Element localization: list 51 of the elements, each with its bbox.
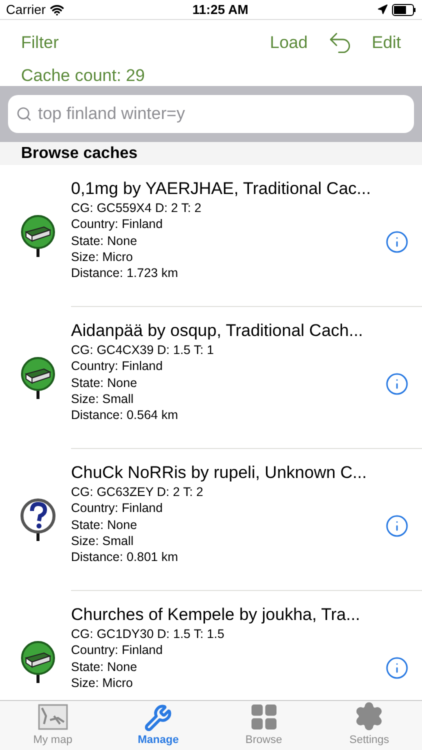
cache-detail: Distance: 1.723 km: [71, 265, 179, 282]
carrier-label: Carrier: [6, 0, 46, 19]
cache-detail: CG: GC4CX39 D: 1.5 T: 1: [71, 342, 215, 358]
cache-detail: Country: Finland: [71, 500, 164, 517]
cache-box-icon: [20, 214, 56, 258]
tab[interactable]: Settings: [316, 701, 422, 750]
location-icon: [377, 4, 388, 15]
cache-count: Cache count: 29: [21, 66, 145, 85]
search-field[interactable]: top finland winter=y: [8, 95, 414, 133]
edit-button[interactable]: Edit: [372, 30, 401, 56]
map-icon: [36, 702, 70, 732]
cache-detail: State: None: [71, 658, 138, 675]
battery-icon: [392, 4, 416, 16]
question-mark-icon: [20, 498, 56, 542]
cache-detail: Distance: 0.564 km: [71, 407, 179, 424]
cache-detail: Country: Finland: [71, 642, 164, 659]
cache-detail: Size: Small: [71, 532, 135, 550]
cache-detail: Country: Finland: [71, 216, 164, 233]
cache-detail: Size: Small: [71, 390, 135, 408]
cache-detail: Country: Finland: [71, 358, 164, 375]
search-value: top finland winter=y: [38, 103, 185, 126]
cache-box-icon: [20, 356, 56, 400]
status-time: 11:25 AM: [192, 0, 248, 19]
info-icon[interactable]: [385, 372, 409, 396]
section-title: Browse caches: [21, 144, 138, 164]
cache-detail: Size: Micro: [71, 248, 134, 266]
tab[interactable]: Browse: [211, 701, 316, 750]
cache-detail: State: None: [71, 516, 138, 533]
filter-button[interactable]: Filter: [21, 30, 59, 56]
load-button[interactable]: Load: [270, 30, 308, 56]
cache-detail: State: None: [71, 374, 138, 391]
cache-title[interactable]: 0,1mg by YAERJHAE, Traditional Cac...: [71, 178, 372, 200]
cache-detail: Distance: 0.801 km: [71, 549, 179, 566]
cache-detail: CG: GC1DY30 D: 1.5 T: 1.5: [71, 626, 226, 642]
tab[interactable]: Manage: [106, 701, 211, 750]
cache-title[interactable]: Churches of Kempele by joukha, Tra...: [71, 604, 372, 626]
wrench-icon: [144, 704, 172, 732]
wifi-icon: [50, 2, 64, 16]
cache-box-icon: [20, 640, 56, 684]
cache-detail: CG: GC63ZEY D: 2 T: 2: [71, 484, 204, 500]
cache-title[interactable]: ChuCk NoRRis by rupeli, Unknown C...: [71, 462, 372, 484]
search-icon: [16, 106, 32, 122]
cache-detail: State: None: [71, 232, 138, 249]
cache-detail: Size: Micro: [71, 674, 134, 692]
info-icon[interactable]: [385, 514, 409, 538]
tab[interactable]: My map: [0, 701, 106, 750]
info-icon[interactable]: [385, 656, 409, 680]
cache-detail: CG: GC559X4 D: 2 T: 2: [71, 200, 202, 216]
cache-title[interactable]: Aidanpää by osqup, Traditional Cach...: [71, 320, 372, 342]
grid-icon: [248, 702, 279, 732]
info-icon[interactable]: [385, 230, 409, 254]
